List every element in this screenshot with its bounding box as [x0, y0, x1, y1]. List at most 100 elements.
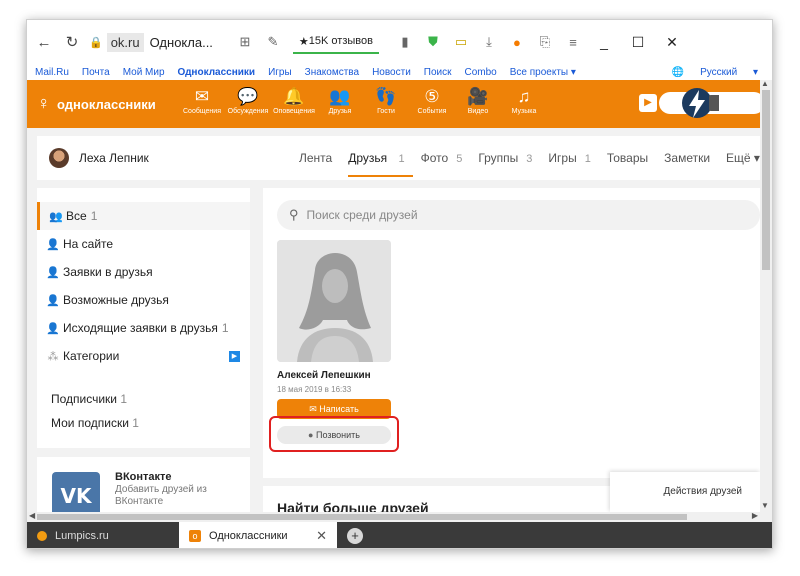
battery-extension-icon[interactable]: ▭ [447, 34, 475, 50]
portal-link-search[interactable]: Поиск [424, 67, 452, 78]
portal-link-games[interactable]: Игры [268, 67, 292, 78]
categories-expand-icon[interactable]: ▶ [229, 350, 240, 362]
portal-link-combo[interactable]: Combo [465, 67, 497, 78]
avatar[interactable] [49, 148, 69, 168]
friend-name[interactable]: Алексей Лепешкин [277, 370, 371, 381]
tab-games[interactable]: Игры 1 [548, 151, 598, 177]
scroll-left-icon[interactable]: ◀ [29, 511, 35, 520]
bell-icon: 🔔 [283, 87, 305, 106]
shield-extension-icon[interactable]: ⛊ [419, 34, 447, 50]
nav-guests[interactable]: 👣 Гости [363, 86, 409, 115]
back-icon[interactable]: ← [33, 34, 55, 51]
friends-search-input[interactable]: ⚲ Поиск среди друзей [277, 200, 760, 230]
sidebar-item-all[interactable]: 👥 Все 1 [37, 202, 250, 230]
profile-name[interactable]: Леха Лепник [79, 151, 149, 165]
vk-title: ВКонтакте [115, 471, 172, 483]
profile-extension-icon[interactable]: ● [503, 35, 531, 50]
sidebar-item-categories[interactable]: ⁂ Категории ▶ [37, 342, 250, 370]
portal-link-dating[interactable]: Знакомства [305, 67, 359, 78]
nav-label: Оповещения [273, 108, 315, 115]
lock-icon: 🔒 [89, 36, 103, 49]
call-button-highlight [269, 416, 399, 452]
ok-logo-icon: ♀ [37, 93, 51, 113]
nav-notifications[interactable]: 🔔 Оповещения [271, 86, 317, 115]
portal-link-myworld[interactable]: Мой Мир [123, 67, 165, 78]
tab-notes[interactable]: Заметки [664, 151, 718, 177]
ok-logo[interactable]: ♀ одноклассники [37, 94, 156, 114]
scroll-up-icon[interactable]: ▲ [761, 79, 769, 88]
page-title-short[interactable]: Однокла... [150, 35, 213, 50]
friends-main: ⚲ Поиск среди друзей Алексей Лепешкин 18… [263, 188, 760, 478]
close-window-icon[interactable]: ✕ [655, 34, 689, 51]
sidebar-item-label: Все [66, 209, 87, 223]
tab-groups[interactable]: Группы 3 [478, 151, 540, 177]
online-user-icon: 👤 [46, 238, 60, 251]
lightning-extension-icon[interactable] [679, 85, 719, 121]
nav-events[interactable]: ⑤ События [409, 86, 455, 115]
video-icon: 🎥 [467, 87, 489, 106]
sidebar-item-outgoing[interactable]: 👤 Исходящие заявки в друзья 1 [37, 314, 250, 342]
menu-icon[interactable]: ≡ [559, 35, 587, 50]
url-host[interactable]: ok.ru [106, 32, 144, 52]
ok-favicon-icon: о [189, 529, 201, 542]
subscriptions-link[interactable]: Мои подписки 1 [37, 416, 139, 430]
vertical-scroll-thumb[interactable] [762, 90, 770, 270]
close-tab-icon[interactable]: ✕ [316, 528, 327, 544]
maximize-icon[interactable]: ☐ [621, 34, 655, 51]
language-selector[interactable]: 🌐 Русский ▾ [672, 67, 758, 78]
tab-friends[interactable]: Друзья 1 [348, 151, 413, 177]
friends-actions-panel[interactable]: Действия друзей [610, 472, 760, 512]
scroll-right-icon[interactable]: ▶ [752, 511, 758, 520]
reviews-badge[interactable]: ★ 15K отзывов [292, 30, 379, 54]
bookmark-icon[interactable]: ▮ [391, 34, 419, 50]
nav-discussions[interactable]: 💬 Обсуждения [225, 86, 271, 115]
play-icon[interactable]: ▶ [639, 94, 657, 112]
sidebar-item-label: Категории [63, 349, 120, 363]
new-tab-icon[interactable]: + [347, 527, 363, 544]
collections-icon[interactable]: ⎘ [531, 34, 559, 50]
user-silhouette-icon [277, 240, 391, 362]
nav-messages[interactable]: ✉ Сообщения [179, 86, 225, 115]
followers-link[interactable]: Подписчики 1 [37, 392, 127, 406]
friend-photo[interactable] [277, 240, 391, 362]
nav-friends[interactable]: 👥 Друзья [317, 86, 363, 115]
minimize-icon[interactable]: _ [587, 34, 621, 50]
star-icon: ★ [298, 35, 309, 48]
download-icon[interactable]: ⤓ [475, 34, 503, 50]
chat-icon: 💬 [237, 87, 259, 106]
tab-lumpics[interactable]: Lumpics.ru [27, 522, 179, 548]
portal-link-all-projects[interactable]: Все проекты ▾ [510, 67, 576, 78]
tab-feed[interactable]: Лента [299, 151, 340, 177]
sidebar-item-label: Исходящие заявки в друзья [63, 321, 218, 335]
horizontal-scroll-thumb[interactable] [37, 514, 687, 520]
ok-logo-text: одноклассники [57, 96, 156, 112]
nav-video[interactable]: 🎥 Видео [455, 86, 501, 115]
events-icon: ⑤ [424, 87, 440, 106]
translate-icon[interactable]: ⊞ [231, 34, 259, 50]
scroll-down-icon[interactable]: ▼ [761, 501, 769, 510]
friend-date: 18 мая 2019 в 16:33 [277, 385, 352, 394]
profile-tabs: Лента Друзья 1 Фото 5 Группы 3 Игры 1 Товар… [299, 151, 772, 177]
sidebar-item-online[interactable]: 👤 На сайте [37, 230, 250, 258]
search-placeholder: Поиск среди друзей [306, 208, 418, 222]
reload-icon[interactable]: ↻ [61, 33, 83, 51]
horizontal-scrollbar[interactable]: ◀ ▶ [27, 511, 772, 522]
outgoing-user-icon: 👤 [46, 322, 60, 335]
tab-goods[interactable]: Товары [607, 151, 656, 177]
portal-link-mailru[interactable]: Mail.Ru [35, 67, 69, 78]
browser-window: ← ↻ 🔒 ok.ru Однокла... ⊞ ✎ ★ 15K отзывов… [26, 19, 773, 549]
vertical-scrollbar[interactable]: ▲ ▼ [760, 79, 772, 512]
reader-icon[interactable]: ✎ [259, 34, 287, 50]
tab-photos[interactable]: Фото 5 [421, 151, 471, 177]
nav-label: События [417, 108, 447, 115]
portal-link-news[interactable]: Новости [372, 67, 411, 78]
portal-link-ok[interactable]: Одноклассники [178, 67, 256, 78]
sidebar-item-suggested[interactable]: 👤 Возможные друзья [37, 286, 250, 314]
sidebar-item-requests[interactable]: 👤 Заявки в друзья [37, 258, 250, 286]
portal-link-mail[interactable]: Почта [82, 67, 110, 78]
nav-label: Музыка [511, 108, 537, 115]
tab-odnoklassniki[interactable]: о Одноклассники ✕ [179, 522, 337, 548]
nav-music[interactable]: ♫ Музыка [501, 86, 547, 115]
subscriptions-panel: Подписчики 1 Мои подписки 1 [37, 380, 250, 448]
add-user-icon: 👤 [46, 266, 60, 279]
